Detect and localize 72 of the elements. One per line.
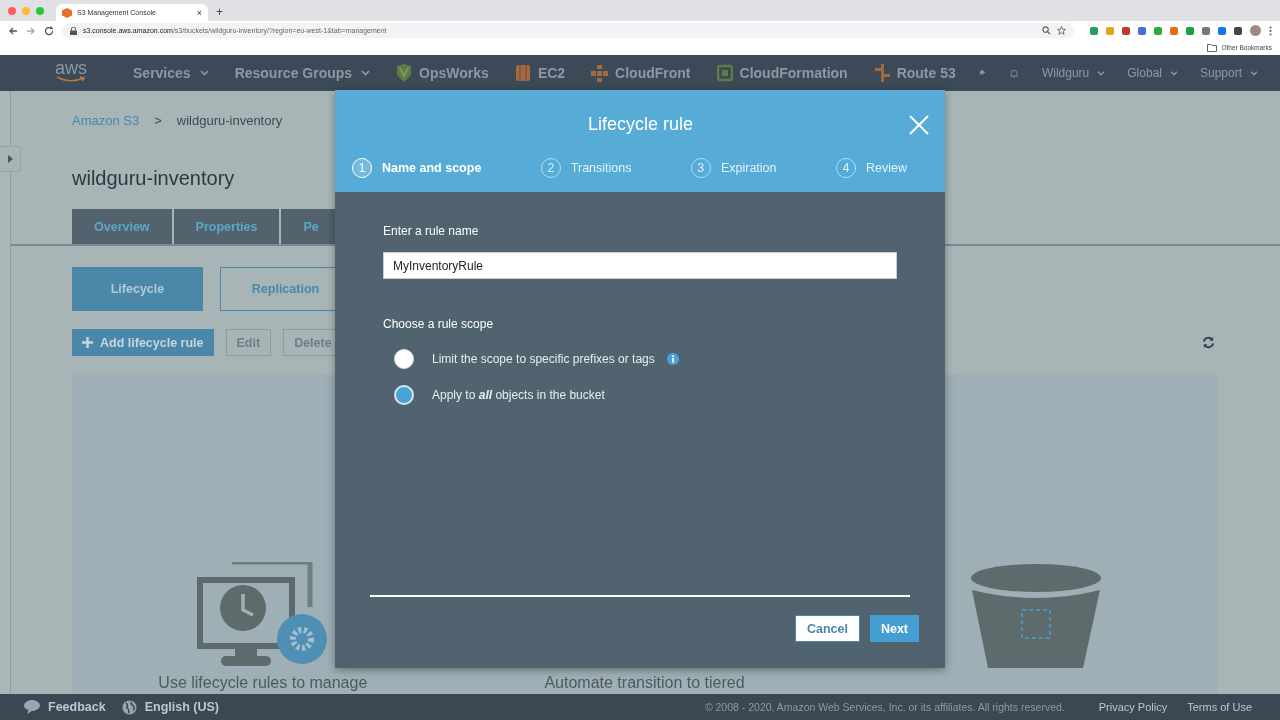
new-tab-button[interactable]: + — [208, 5, 223, 21]
nav-menu[interactable]: Global — [1127, 66, 1178, 80]
service-shortcut[interactable]: CloudFront — [615, 65, 691, 81]
footer-link[interactable]: Privacy Policy — [1098, 701, 1168, 713]
globe-icon — [121, 699, 137, 715]
cube-icon — [62, 7, 72, 18]
radio-label: Limit the scope to specific prefixes or tags — [432, 352, 655, 366]
info-icon[interactable] — [666, 353, 679, 365]
bucket-title: wildguru-inventory — [72, 167, 235, 190]
forward-icon[interactable] — [26, 25, 36, 36]
rule-name-field[interactable]: MyInventoryRule — [383, 252, 897, 279]
cancel-button[interactable]: Cancel — [794, 615, 860, 642]
sidebar-toggle[interactable] — [0, 146, 21, 172]
service-shortcut[interactable]: Route 53 — [896, 65, 956, 81]
service-shortcut[interactable]: CloudFormation — [739, 65, 848, 81]
profile-avatar[interactable] — [1250, 25, 1261, 36]
nav-menu[interactable]: Resource Groups — [234, 65, 371, 81]
back-icon[interactable] — [8, 25, 18, 36]
nav-menu[interactable]: Support — [1199, 66, 1258, 80]
caret-icon — [1097, 70, 1106, 76]
zoom-icon[interactable] — [1042, 26, 1051, 35]
bucket-tab[interactable]: Properties — [173, 209, 280, 244]
breadcrumb-current: wildguru-inventory — [176, 113, 283, 128]
cube-icon — [514, 64, 531, 82]
wizard-step[interactable]: 3 Expiration — [690, 158, 777, 178]
service-shortcut[interactable]: OpsWorks — [419, 65, 489, 81]
field-label: Enter a rule name — [383, 224, 480, 238]
aws-logo[interactable]: aws — [55, 59, 87, 83]
more-menu-icon[interactable] — [1269, 25, 1272, 36]
star-icon[interactable] — [1057, 26, 1066, 35]
feedback-link[interactable]: Feedback — [48, 700, 106, 714]
management-tab[interactable]: Lifecycle — [72, 267, 203, 311]
close-window-icon[interactable] — [8, 7, 16, 15]
feature-caption: Use lifecycle rules to manage — [158, 674, 368, 692]
service-shortcut[interactable]: EC2 — [537, 65, 566, 81]
bucket-tab[interactable]: Overview — [72, 209, 172, 244]
folder-icon — [1207, 43, 1218, 52]
footer-link[interactable]: Terms of Use — [1187, 701, 1252, 713]
grid-icon — [591, 64, 609, 82]
reload-icon[interactable] — [44, 25, 54, 36]
shield-icon — [396, 64, 413, 82]
monitor-clock-gear-icon — [196, 562, 329, 668]
nav-menu[interactable]: Wildguru — [1041, 66, 1106, 80]
language-selector[interactable]: English (US) — [144, 700, 219, 714]
radio-label: Apply to all objects in the bucket — [432, 388, 605, 402]
next-button[interactable]: Next — [869, 615, 919, 642]
tab-close-button[interactable]: × — [196, 7, 202, 18]
field-label: Choose a rule scope — [383, 317, 495, 331]
bucket-icon — [970, 562, 1103, 668]
nav-menu[interactable]: Services — [133, 65, 209, 81]
refresh-icon[interactable] — [1202, 336, 1215, 349]
scope-radio[interactable] — [394, 385, 414, 405]
close-icon[interactable] — [909, 115, 929, 135]
add-rule-button[interactable]: Add lifecycle rule — [72, 329, 214, 356]
signpost-icon — [873, 64, 890, 82]
caret-icon — [199, 70, 209, 76]
dialog-title: Lifecycle rule — [587, 114, 693, 135]
breadcrumb-link[interactable]: Amazon S3 — [72, 113, 140, 128]
scope-radio[interactable] — [394, 349, 414, 369]
wizard-step[interactable]: 2 Transitions — [540, 158, 632, 178]
caret-icon — [1169, 70, 1178, 76]
copyright-text: © 2008 - 2020, Amazon Web Services, Inc. or its affiliates. All rights reserved. — [704, 701, 1065, 713]
speech-bubble-icon — [24, 700, 40, 714]
lock-icon — [70, 26, 77, 35]
feature-caption: Automate transition to tiered — [544, 674, 745, 692]
plus-icon — [82, 337, 93, 348]
caret-icon — [7, 155, 13, 163]
caret-icon — [361, 70, 371, 76]
wizard-step[interactable]: 4 Review — [835, 158, 907, 178]
breadcrumb-separator: > — [154, 113, 162, 128]
caret-icon — [1250, 70, 1258, 76]
wizard-step[interactable]: 1 Name and scope — [352, 158, 482, 178]
